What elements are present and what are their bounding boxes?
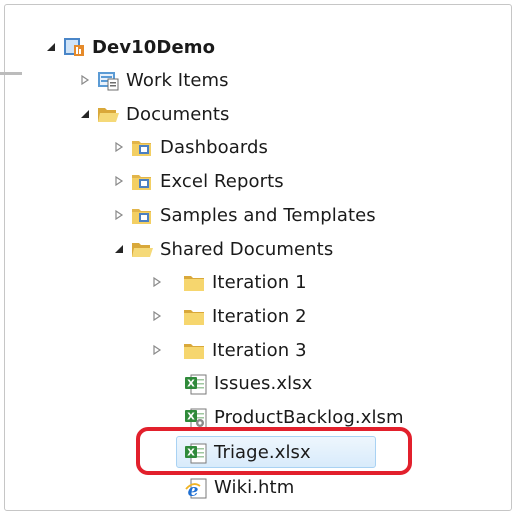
tree-node-issues-xlsx[interactable]: X Issues.xlsx	[180, 368, 312, 398]
tree-node-label: ProductBacklog.xlsm	[214, 406, 404, 428]
tree-node-excel-reports[interactable]: Excel Reports	[112, 166, 284, 196]
highlight-annotation-ring	[136, 427, 412, 475]
expand-arrow-icon[interactable]	[150, 309, 164, 323]
tree-node-iteration-3[interactable]: Iteration 3	[150, 335, 307, 365]
tree-node-label: Samples and Templates	[160, 204, 376, 226]
tree-node-wiki-htm[interactable]: e Wiki.htm	[180, 472, 294, 502]
collapse-arrow-icon[interactable]	[112, 242, 126, 256]
tree-node-label: Work Items	[126, 69, 229, 91]
tree-node-label: Excel Reports	[160, 170, 284, 192]
sharepoint-library-icon	[130, 170, 154, 192]
folder-open-icon	[96, 103, 120, 125]
tree-node-iteration-2[interactable]: Iteration 2	[150, 301, 307, 331]
tree-node-label: Iteration 2	[212, 305, 307, 327]
tree-node-label: Documents	[126, 103, 230, 125]
tree-node-dashboards[interactable]: Dashboards	[112, 132, 268, 162]
tree-node-label: Shared Documents	[160, 238, 334, 260]
expand-arrow-icon[interactable]	[150, 343, 164, 357]
sharepoint-library-icon	[130, 204, 154, 226]
work-items-icon	[96, 69, 120, 91]
folder-icon	[182, 339, 206, 361]
expand-arrow-icon[interactable]	[78, 73, 92, 87]
tree-node-label: Dev10Demo	[92, 36, 216, 58]
collapse-arrow-icon[interactable]	[78, 107, 92, 121]
expand-arrow-icon[interactable]	[112, 174, 126, 188]
panel-edge-line	[0, 72, 22, 75]
tree-node-iteration-1[interactable]: Iteration 1	[150, 267, 307, 297]
tree-node-shared-documents[interactable]: Shared Documents	[112, 234, 333, 264]
tree-node-documents[interactable]: Documents	[78, 99, 230, 129]
tree-node-samples-and-templates[interactable]: Samples and Templates	[112, 200, 376, 230]
folder-icon	[182, 305, 206, 327]
expand-arrow-icon[interactable]	[150, 275, 164, 289]
folder-open-icon	[130, 238, 154, 260]
tree-node-label: Dashboards	[160, 136, 269, 158]
team-project-icon	[62, 36, 86, 58]
svg-text:X: X	[187, 379, 195, 390]
tree-node-label: Issues.xlsx	[214, 372, 313, 394]
excel-file-icon: X	[184, 372, 208, 395]
collapse-arrow-icon[interactable]	[44, 40, 58, 54]
svg-text:X: X	[187, 412, 195, 423]
tree-node-dev10demo[interactable]: Dev10Demo	[44, 32, 215, 62]
tree-node-label: Wiki.htm	[214, 476, 295, 498]
tree-node-work-items[interactable]: Work Items	[78, 65, 229, 95]
folder-icon	[182, 271, 206, 293]
expand-arrow-icon[interactable]	[112, 208, 126, 222]
tree-node-label: Iteration 1	[212, 271, 307, 293]
tree-node-label: Iteration 3	[212, 339, 307, 361]
excel-macro-file-icon: X	[184, 406, 208, 429]
sharepoint-library-icon	[130, 136, 154, 158]
ie-html-file-icon: e	[184, 476, 208, 501]
expand-arrow-icon[interactable]	[112, 140, 126, 154]
